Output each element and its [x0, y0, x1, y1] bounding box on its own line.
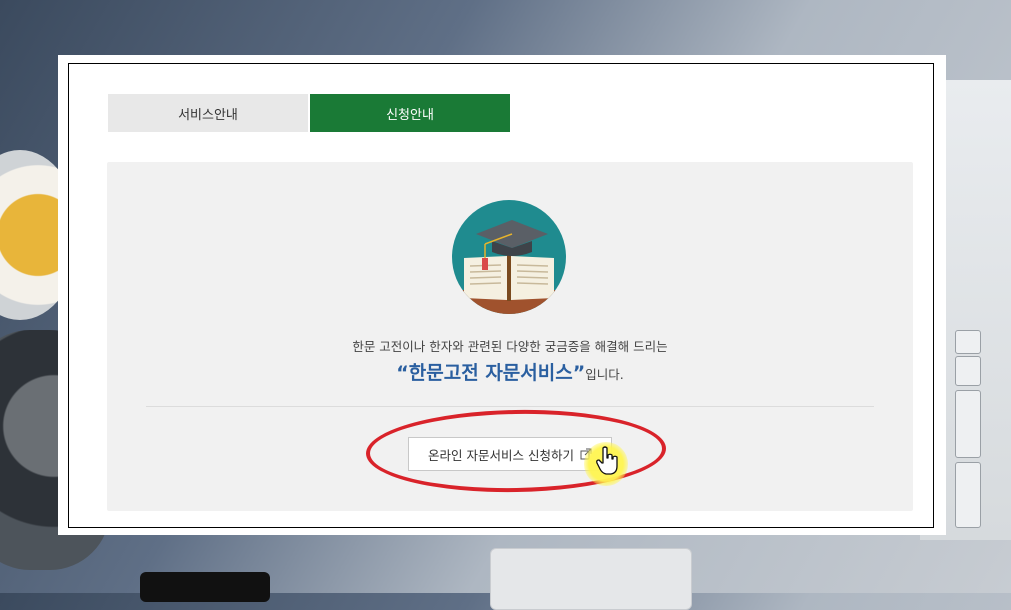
- divider: [146, 406, 874, 407]
- tab-service-info[interactable]: 서비스안내: [108, 94, 308, 132]
- background-phone: [140, 572, 270, 602]
- intro-text: 한문 고전이나 한자와 관련된 다양한 궁금증을 해결해 드리는: [352, 339, 668, 354]
- tab-application-info[interactable]: 신청안내: [310, 94, 510, 132]
- service-headline: “한문고전 자문서비스”입니다.: [107, 358, 913, 385]
- apply-button-label: 온라인 자문서비스 신청하기: [428, 447, 574, 463]
- background-key: [955, 330, 981, 354]
- tab-bar: 서비스안내 신청안내: [108, 94, 510, 132]
- graduation-cap-book-icon: [452, 200, 566, 314]
- hand-pointer-icon: [596, 446, 620, 476]
- background-trackpad: [490, 548, 692, 610]
- headline-suffix: 입니다.: [585, 367, 624, 382]
- background-key: [955, 390, 981, 458]
- background-key: [955, 462, 981, 528]
- online-apply-button[interactable]: 온라인 자문서비스 신청하기: [408, 437, 612, 471]
- headline-title: “한문고전 자문서비스”: [396, 362, 586, 384]
- background-key: [955, 356, 981, 386]
